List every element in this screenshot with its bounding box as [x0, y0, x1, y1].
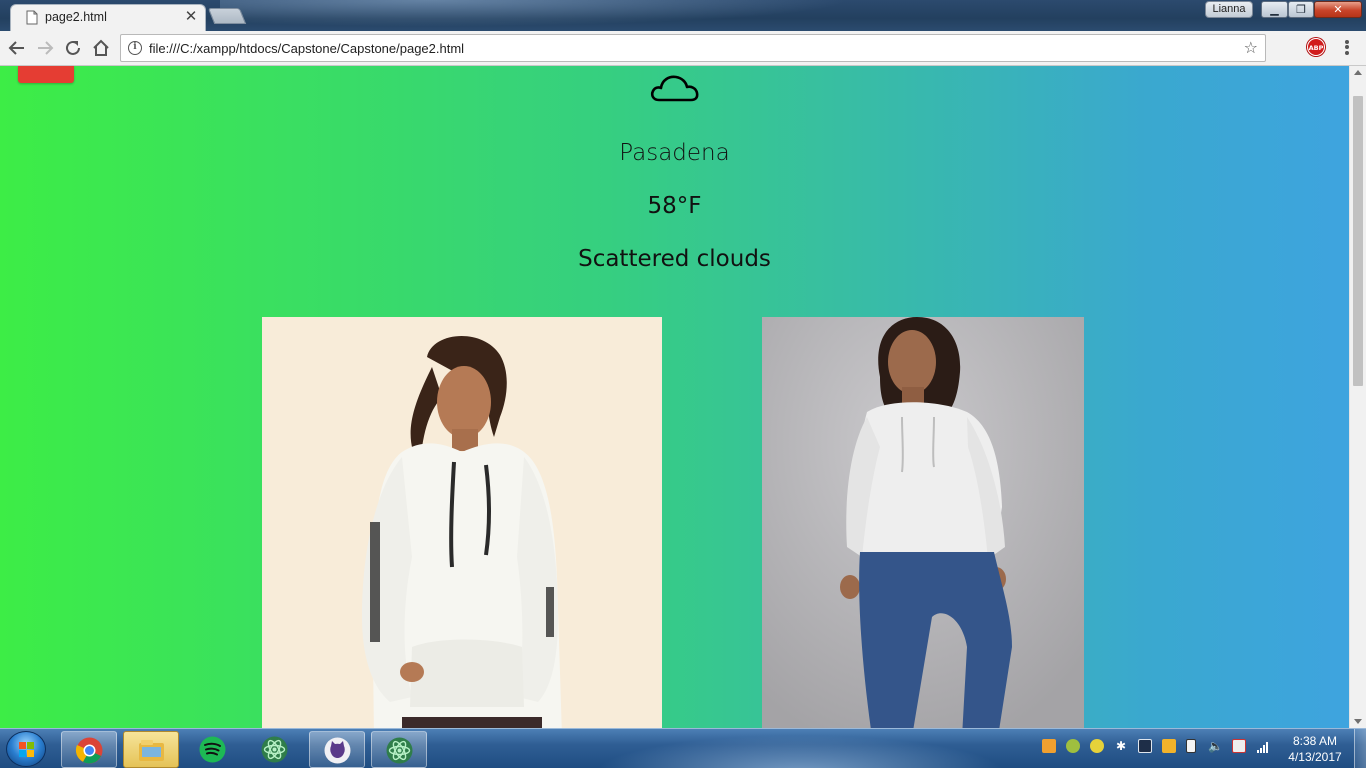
page-scrollbar[interactable] — [1349, 66, 1366, 728]
taskbar-atom-2[interactable] — [371, 731, 427, 768]
scroll-up-arrow-icon[interactable] — [1354, 70, 1362, 75]
city-name: Pasadena — [619, 140, 730, 166]
taskbar-atom-1[interactable] — [247, 731, 303, 768]
taskbar-spotify[interactable] — [185, 731, 241, 768]
github-desktop-icon — [324, 737, 351, 764]
spotify-icon — [199, 736, 226, 763]
clock-date: 4/13/2017 — [1288, 750, 1342, 764]
tray-keys-icon[interactable] — [1090, 739, 1104, 753]
product-image-hoodie-2[interactable] — [762, 317, 1084, 728]
chrome-icon — [75, 737, 103, 764]
clock-time: 8:38 AM — [1292, 734, 1338, 748]
scroll-down-arrow-icon[interactable] — [1354, 719, 1362, 724]
tab-title: page2.html — [45, 10, 107, 24]
back-arrow-icon[interactable] — [6, 37, 28, 59]
weather-description: Scattered clouds — [578, 246, 771, 272]
tab-close-icon[interactable]: ✕ — [183, 8, 199, 24]
forward-arrow-icon[interactable] — [34, 37, 56, 59]
minimize-button[interactable]: ▁ — [1261, 1, 1288, 18]
maximize-button[interactable]: ❐ — [1288, 1, 1314, 18]
volume-muted-icon[interactable]: 🔈 — [1208, 739, 1223, 753]
file-explorer-icon — [139, 740, 164, 761]
page-viewport: Pasadena 58°F Scattered clouds — [0, 66, 1349, 728]
tray-network-app-icon[interactable] — [1066, 739, 1080, 753]
wifi-signal-icon[interactable] — [1256, 739, 1270, 753]
browser-toolbar: i file:///C:/xampp/htdocs/Capstone/Capst… — [0, 31, 1366, 66]
url-text[interactable]: file:///C:/xampp/htdocs/Capstone/Capston… — [149, 41, 464, 56]
adblock-plus-icon[interactable]: ABP — [1307, 38, 1325, 56]
address-bar[interactable]: i file:///C:/xampp/htdocs/Capstone/Capst… — [120, 34, 1266, 62]
taskbar-chrome[interactable] — [61, 731, 117, 768]
start-button[interactable] — [6, 731, 46, 767]
temperature: 58°F — [647, 193, 702, 219]
tray-display-icon[interactable] — [1138, 739, 1152, 753]
taskbar-clock[interactable]: 8:38 AM 4/13/2017 — [1280, 733, 1350, 765]
red-menu-button[interactable] — [18, 66, 74, 83]
product-photo-1 — [262, 317, 662, 728]
action-center-icon[interactable] — [1232, 739, 1246, 753]
info-icon[interactable]: i — [128, 41, 142, 55]
browser-tab[interactable]: page2.html ✕ — [10, 4, 206, 31]
home-icon[interactable] — [90, 37, 112, 59]
cloud-icon — [650, 75, 699, 102]
browser-menu-icon[interactable] — [1340, 38, 1354, 58]
profile-button[interactable]: Lianna — [1205, 1, 1253, 18]
windows-logo-icon — [19, 742, 34, 757]
taskbar-sheen — [560, 729, 1040, 768]
atom-icon — [386, 737, 413, 764]
taskbar-github-desktop[interactable] — [309, 731, 365, 768]
page-icon — [26, 10, 38, 25]
windows-taskbar: ✱ 🔈 8:38 AM 4/13/2017 — [0, 728, 1366, 768]
product-photo-2 — [762, 317, 1084, 728]
atom-icon — [261, 736, 288, 763]
window-close-button[interactable]: ✕ — [1314, 1, 1362, 18]
bookmark-star-icon[interactable]: ☆ — [1244, 38, 1258, 57]
show-desktop-button[interactable] — [1354, 729, 1366, 768]
product-image-hoodie-1[interactable] — [262, 317, 662, 728]
bluetooth-icon[interactable]: ✱ — [1114, 739, 1128, 753]
new-tab-button[interactable] — [207, 8, 247, 24]
titlebar-glow — [220, 0, 920, 31]
battery-icon[interactable] — [1186, 739, 1196, 753]
tray-app-icon[interactable] — [1042, 739, 1056, 753]
scrollbar-thumb[interactable] — [1353, 96, 1363, 386]
tray-folder-icon[interactable] — [1162, 739, 1176, 753]
browser-titlebar: page2.html ✕ Lianna ▁ ❐ ✕ — [0, 0, 1366, 31]
reload-icon[interactable] — [62, 37, 84, 59]
taskbar-file-explorer[interactable] — [123, 731, 179, 768]
